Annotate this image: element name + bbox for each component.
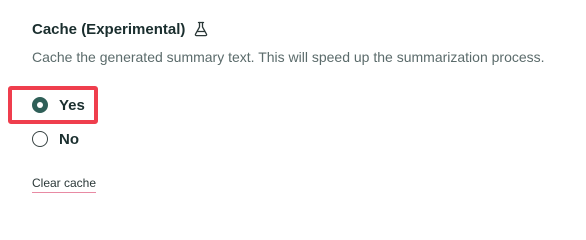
radio-button-yes[interactable] bbox=[32, 97, 48, 113]
cache-section-title: Cache (Experimental) bbox=[32, 20, 186, 38]
radio-label-no[interactable]: No bbox=[59, 131, 79, 148]
cache-section-header: Cache (Experimental) bbox=[32, 18, 209, 40]
flask-icon bbox=[193, 21, 209, 37]
radio-option-yes[interactable]: Yes bbox=[32, 96, 85, 114]
radio-label-yes[interactable]: Yes bbox=[59, 97, 85, 114]
radio-option-no[interactable]: No bbox=[32, 130, 79, 148]
cache-description: Cache the generated summary text. This w… bbox=[32, 49, 545, 65]
radio-button-no[interactable] bbox=[32, 131, 48, 147]
clear-cache-link[interactable]: Clear cache bbox=[32, 176, 97, 193]
